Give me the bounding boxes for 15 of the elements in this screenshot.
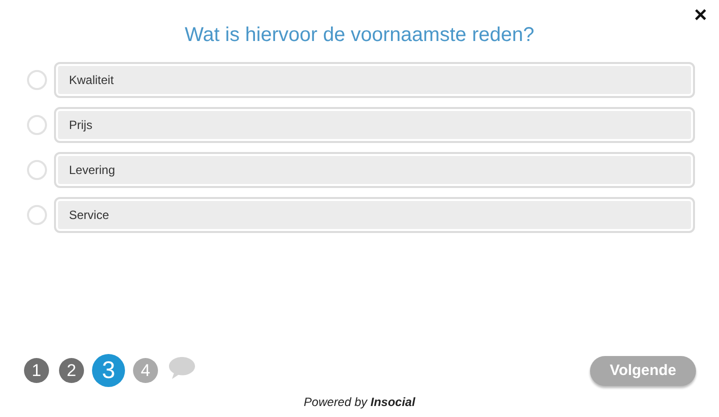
step-indicator: 1 xyxy=(24,358,49,383)
powered-by-text: Powered by Insocial xyxy=(304,395,416,409)
radio-button[interactable] xyxy=(27,205,47,225)
step-indicator: 2 xyxy=(59,358,84,383)
close-button[interactable]: × xyxy=(694,4,707,26)
radio-button[interactable] xyxy=(27,160,47,180)
answer-option[interactable]: Prijs xyxy=(54,107,695,143)
step-indicator: 3 xyxy=(92,354,125,387)
answer-option[interactable]: Levering xyxy=(54,152,695,188)
radio-button[interactable] xyxy=(27,115,47,135)
step-indicator: 4 xyxy=(133,358,158,383)
answer-option[interactable]: Kwaliteit xyxy=(54,62,695,98)
radio-button[interactable] xyxy=(27,70,47,90)
question-title: Wat is hiervoor de voornaamste reden? xyxy=(184,23,536,48)
answer-option[interactable]: Service xyxy=(54,197,695,233)
